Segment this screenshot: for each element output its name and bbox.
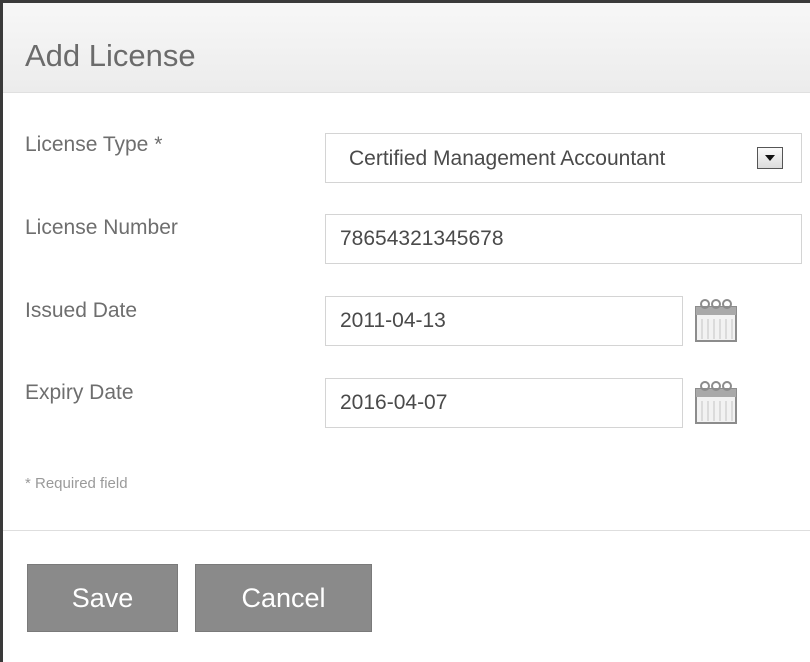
required-field-note: * Required field	[25, 475, 128, 492]
save-button[interactable]: Save	[27, 564, 178, 632]
issued-date-label: Issued Date	[25, 299, 138, 322]
expiry-date-label: Expiry Date	[25, 381, 134, 404]
dialog-header: Add License	[3, 3, 810, 93]
dialog-title: Add License	[25, 38, 196, 73]
cancel-button[interactable]: Cancel	[195, 564, 372, 632]
calendar-icon[interactable]	[693, 295, 739, 343]
expiry-date-input[interactable]	[325, 378, 683, 428]
license-number-input[interactable]	[325, 214, 802, 264]
footer-divider	[3, 530, 810, 531]
chevron-down-icon[interactable]	[757, 147, 783, 169]
license-type-select[interactable]: Certified Management Accountant	[325, 133, 802, 183]
issued-date-input[interactable]	[325, 296, 683, 346]
license-type-label: License Type *	[25, 133, 163, 156]
license-number-label: License Number	[25, 216, 178, 239]
add-license-dialog: Add License License Type * Certified Man…	[0, 0, 810, 662]
calendar-icon[interactable]	[693, 377, 739, 425]
license-type-value: Certified Management Accountant	[349, 147, 666, 170]
